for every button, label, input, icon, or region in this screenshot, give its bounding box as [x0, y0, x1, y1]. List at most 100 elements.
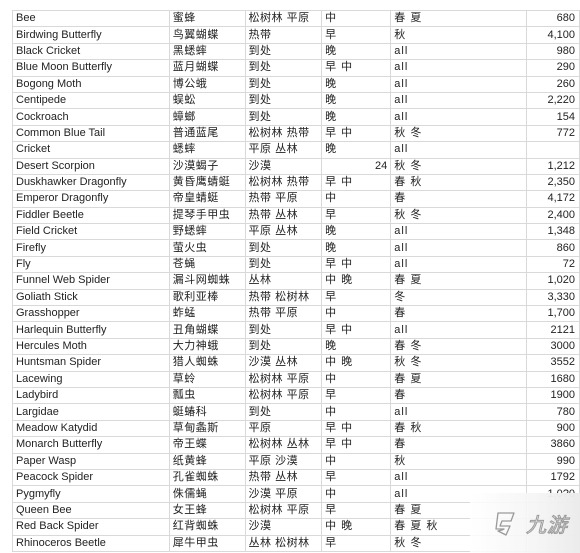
- cell-english-name: Desert Scorpion: [12, 157, 170, 175]
- cell-habitat: 到处: [244, 337, 323, 356]
- cell-chinese-name: 帝王蝶: [168, 436, 246, 454]
- cell-chinese-name: 歌利亚棒: [168, 288, 246, 307]
- table-row: Fiddler Beetle 提琴手甲虫 热带 丛林早秋 冬 2,400: [12, 206, 580, 225]
- table-row: Funnel Web Spider 漏斗网蜘蛛 丛林中 晚春 夏 1,020: [12, 272, 580, 290]
- table-row: Meadow Katydid 草甸螽斯 平原早 中春 秋 900: [12, 419, 580, 438]
- cell-time: 中: [321, 485, 392, 503]
- cell-habitat: 到处: [244, 403, 323, 421]
- cell-chinese-name: 苍蝇: [168, 255, 246, 274]
- cell-season: all: [390, 321, 527, 339]
- cell-time: 晚: [321, 42, 392, 61]
- cell-chinese-name: 普通蓝尾: [168, 124, 246, 143]
- table-row: Centipede 蜈蚣 到处晚 all 2,220: [12, 91, 580, 110]
- cell-habitat: 丛林: [244, 272, 323, 290]
- table-row: Peacock Spider 孔雀蜘蛛 热带 丛林早 all 1792: [12, 468, 580, 487]
- cell-time: 早 中: [321, 124, 392, 143]
- cell-chinese-name: 提琴手甲虫: [168, 206, 246, 225]
- table-row: Grasshopper 蚱蜢 热带 平原中春 1,700: [12, 305, 580, 323]
- table-row: Hercules Moth 大力神蛾 到处晚春 冬 3000: [12, 337, 580, 356]
- table-row: Goliath Stick 歌利亚棒 热带 松树林早冬 3,330: [12, 288, 580, 307]
- cell-chinese-name: 草蛉: [168, 370, 246, 388]
- cell-english-name: Black Cricket: [12, 42, 170, 61]
- cell-english-name: Duskhawker Dragonfly: [12, 173, 170, 192]
- cell-season: 春: [390, 386, 527, 405]
- cell-habitat: 到处: [244, 255, 323, 274]
- cell-season: 春: [390, 305, 527, 323]
- cell-price: 980: [525, 42, 580, 61]
- cell-habitat: 松树林 热带: [244, 124, 323, 143]
- cell-chinese-name: 蜜蜂: [168, 9, 246, 28]
- cell-time: 早: [321, 288, 392, 307]
- cell-chinese-name: 犀牛甲虫: [168, 534, 246, 552]
- cell-time: 中 晚: [321, 272, 392, 290]
- cell-english-name: Queen Bee: [12, 501, 170, 520]
- cell-price: 2,400: [525, 206, 580, 225]
- cell-habitat: 沙漠 平原: [244, 485, 323, 503]
- cell-time: 中: [321, 370, 392, 388]
- watermark: 九游: [470, 493, 580, 553]
- cell-time: 晚: [321, 223, 392, 241]
- cell-price: 154: [525, 108, 580, 126]
- cell-habitat: 平原 丛林: [244, 223, 323, 241]
- cell-season: 春: [390, 436, 527, 454]
- cell-price: [525, 141, 580, 159]
- cell-english-name: Monarch Butterfly: [12, 436, 170, 454]
- cell-time: 晚: [321, 75, 392, 93]
- cell-season: all: [390, 255, 527, 274]
- cell-time: 早 中: [321, 321, 392, 339]
- cell-season: 春 夏: [390, 370, 527, 388]
- cell-english-name: Ladybird: [12, 386, 170, 405]
- cell-time: 中: [321, 9, 392, 28]
- cell-time: 中 晚: [321, 518, 392, 536]
- table-row: Monarch Butterfly 帝王蝶 松树林 丛林早 中春 3860: [12, 436, 580, 454]
- table-row: Field Cricket 野蟋蟀 平原 丛林晚 all 1,348: [12, 223, 580, 241]
- cell-season: all: [390, 239, 527, 257]
- cell-season: 秋 冬: [390, 124, 527, 143]
- cell-price: 2,350: [525, 173, 580, 192]
- cell-time: 中: [321, 403, 392, 421]
- cell-time: 中 晚: [321, 354, 392, 372]
- cell-habitat: 松树林 热带: [244, 173, 323, 192]
- table-row: Cockroach 蟑螂 到处晚 all 154: [12, 108, 580, 126]
- cell-english-name: Largidae: [12, 403, 170, 421]
- cell-english-name: Pygmyfly: [12, 485, 170, 503]
- cell-season: 冬: [390, 288, 527, 307]
- cell-habitat: 热带 丛林: [244, 206, 323, 225]
- table-row: Bee 蜜蜂 松树林 平原中春 夏 680: [12, 9, 580, 28]
- cell-price: 2,220: [525, 91, 580, 110]
- cell-season: 春 秋: [390, 419, 527, 438]
- table-row: Largidae 蜓蝽科 到处中 all 780: [12, 403, 580, 421]
- cell-chinese-name: 萤火虫: [168, 239, 246, 257]
- table-row: Blue Moon Butterfly 蓝月蝴蝶 到处早 中 all 290: [12, 59, 580, 77]
- cell-english-name: Emperor Dragonfly: [12, 190, 170, 208]
- table-row: Emperor Dragonfly 帝皇蜻蜓 热带 平原中春 4,172: [12, 190, 580, 208]
- cell-habitat: 丛林 松树林: [244, 534, 323, 552]
- cell-habitat: 沙漠: [244, 518, 323, 536]
- cell-habitat: 松树林 平原: [244, 501, 323, 520]
- cell-english-name: Blue Moon Butterfly: [12, 59, 170, 77]
- cell-time: 早 中: [321, 419, 392, 438]
- cell-price: 3,330: [525, 288, 580, 307]
- insect-table-container: Bee 蜜蜂 松树林 平原中春 夏 680 Birdwing Butterfly 鸟翼蝴蝶…: [12, 9, 580, 552]
- cell-time: 早: [321, 468, 392, 487]
- cell-season: 秋: [390, 26, 527, 44]
- cell-habitat: 到处: [244, 42, 323, 61]
- cell-habitat: 热带 平原: [244, 305, 323, 323]
- cell-time: 中: [321, 305, 392, 323]
- cell-price: 990: [525, 452, 580, 470]
- cell-chinese-name: 野蟋蟀: [168, 223, 246, 241]
- cell-price: 2121: [525, 321, 580, 339]
- cell-season: all: [390, 223, 527, 241]
- cell-chinese-name: 黑蟋蟀: [168, 42, 246, 61]
- cell-chinese-name: 纸黄蜂: [168, 452, 246, 470]
- cell-chinese-name: 鸟翼蝴蝶: [168, 26, 246, 44]
- cell-english-name: Hercules Moth: [12, 337, 170, 356]
- cell-season: all: [390, 141, 527, 159]
- cell-english-name: Bogong Moth: [12, 75, 170, 93]
- cell-time: 早 中: [321, 173, 392, 192]
- cell-english-name: Cricket: [12, 141, 170, 159]
- cell-chinese-name: 侏儒蝇: [168, 485, 246, 503]
- cell-english-name: Grasshopper: [12, 305, 170, 323]
- cell-english-name: Paper Wasp: [12, 452, 170, 470]
- cell-english-name: Rhinoceros Beetle: [12, 534, 170, 552]
